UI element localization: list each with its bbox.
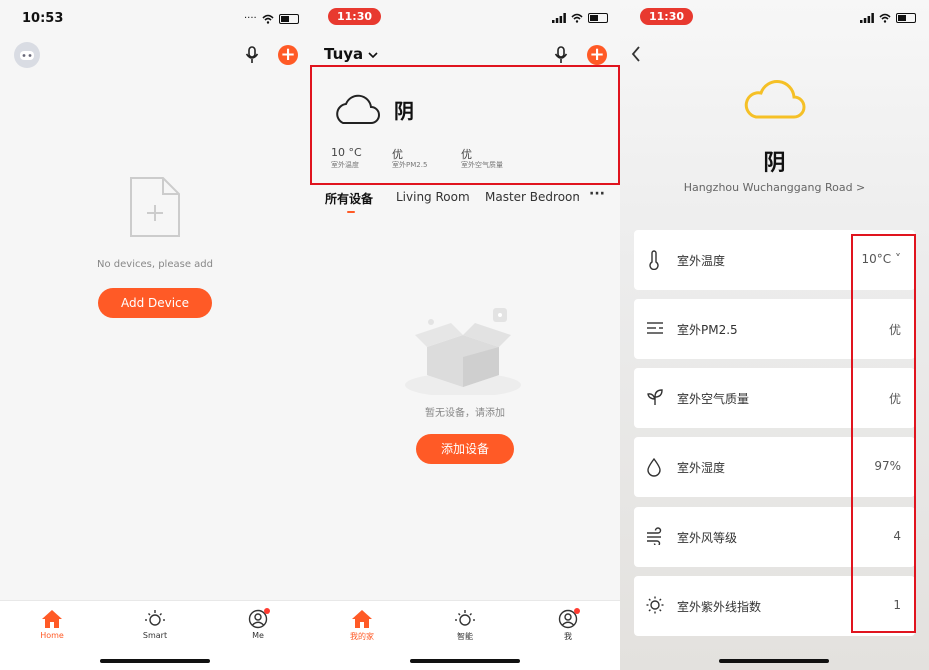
- home-indicator: [410, 659, 520, 663]
- battery-icon: [896, 13, 916, 23]
- home-icon: [352, 610, 372, 628]
- more-rooms-button[interactable]: ···: [589, 186, 605, 202]
- pm-icon: [647, 322, 663, 334]
- tab-me[interactable]: 我: [538, 608, 598, 642]
- status-time: 11:30: [328, 8, 382, 25]
- status-icons: [552, 13, 608, 23]
- tab-smart-label: 智能: [457, 632, 473, 641]
- empty-message: 暂无设备，请添加: [425, 408, 505, 419]
- row-label: 室外紫外线指数: [677, 600, 762, 614]
- add-plus-button[interactable]: +: [587, 45, 607, 65]
- location-link[interactable]: Hangzhou Wuchanggang Road >: [620, 181, 929, 194]
- sun-icon: [646, 596, 664, 614]
- row-label: 室外PM2.5: [677, 323, 738, 337]
- tab-smart[interactable]: Smart: [125, 609, 185, 640]
- status-icons: ····: [244, 13, 299, 24]
- screen-home-cn: 11:30 Tuya + 阴 10 °C 室外温度 优 室外PM2.5 优 室外…: [310, 0, 620, 670]
- tab-smart-label: Smart: [142, 631, 168, 640]
- tab-my-home[interactable]: 我的家: [332, 609, 392, 642]
- tab-me-label: 我: [564, 632, 572, 641]
- highlight-box-weather: [310, 65, 620, 185]
- home-name: Tuya: [324, 45, 364, 63]
- home-indicator: [100, 659, 210, 663]
- highlight-box-values: [851, 234, 916, 633]
- weather-condition: 阴: [763, 151, 786, 176]
- status-time: 11:30: [640, 8, 694, 25]
- row-label: 室外空气质量: [677, 392, 750, 406]
- empty-message: No devices, please add: [97, 259, 213, 270]
- tab-bar: 我的家 智能 我: [310, 600, 620, 670]
- screen-home-en: 10:53 ···· + No devices, please add Add …: [0, 0, 310, 670]
- empty-box-illustration-icon: [405, 308, 521, 395]
- tab-smart[interactable]: 智能: [435, 609, 495, 642]
- droplet-icon: [647, 457, 661, 477]
- tab-home[interactable]: Home: [22, 609, 82, 640]
- back-chevron-icon[interactable]: [630, 45, 642, 63]
- wind-icon: [647, 527, 662, 545]
- notification-dot: [574, 608, 580, 614]
- robot-avatar-icon: [20, 51, 34, 60]
- tab-bar: Home Smart Me: [0, 600, 310, 670]
- wifi-icon: [879, 13, 891, 23]
- microphone-icon[interactable]: [554, 46, 568, 64]
- row-label: 室外温度: [677, 254, 726, 268]
- row-label: 室外湿度: [677, 461, 726, 475]
- smart-sun-icon: [145, 610, 165, 626]
- wifi-icon: [262, 14, 274, 24]
- chevron-down-icon: [368, 52, 378, 59]
- room-tab-living-room[interactable]: Living Room: [396, 190, 470, 204]
- avatar[interactable]: [14, 42, 40, 68]
- tab-me-label: Me: [252, 631, 264, 640]
- empty-document-icon: [130, 177, 180, 237]
- battery-icon: [588, 13, 608, 23]
- leaf-icon: [647, 389, 663, 405]
- add-device-button[interactable]: Add Device: [98, 288, 212, 318]
- home-indicator: [719, 659, 829, 663]
- cloud-yellow-icon: [744, 80, 806, 119]
- row-label: 室外风等级: [677, 531, 738, 545]
- home-selector[interactable]: Tuya: [324, 45, 378, 63]
- thermometer-icon: [649, 250, 659, 270]
- add-device-button[interactable]: 添加设备: [416, 434, 514, 464]
- tab-my-home-label: 我的家: [350, 632, 374, 641]
- notification-dot: [264, 608, 270, 614]
- signal-icon: ····: [244, 13, 257, 24]
- home-icon: [42, 610, 62, 628]
- room-tab-all[interactable]: 所有设备: [325, 190, 373, 207]
- microphone-icon[interactable]: [245, 46, 259, 64]
- room-tab-master-bedroom[interactable]: Master Bedroom: [485, 190, 579, 204]
- wifi-icon: [571, 13, 583, 23]
- tab-home-label: Home: [40, 631, 64, 640]
- battery-icon: [278, 13, 299, 24]
- tab-me[interactable]: Me: [228, 608, 288, 640]
- signal-icon: [552, 13, 566, 23]
- smart-sun-icon: [455, 610, 475, 626]
- status-time: 10:53: [22, 11, 64, 26]
- add-plus-button[interactable]: +: [278, 45, 298, 65]
- status-icons: [860, 13, 916, 23]
- active-tab-indicator: [347, 211, 355, 213]
- signal-icon: [860, 13, 874, 23]
- screen-weather-detail: 11:30 阴 Hangzhou Wuchanggang Road > 室外温度…: [620, 0, 929, 670]
